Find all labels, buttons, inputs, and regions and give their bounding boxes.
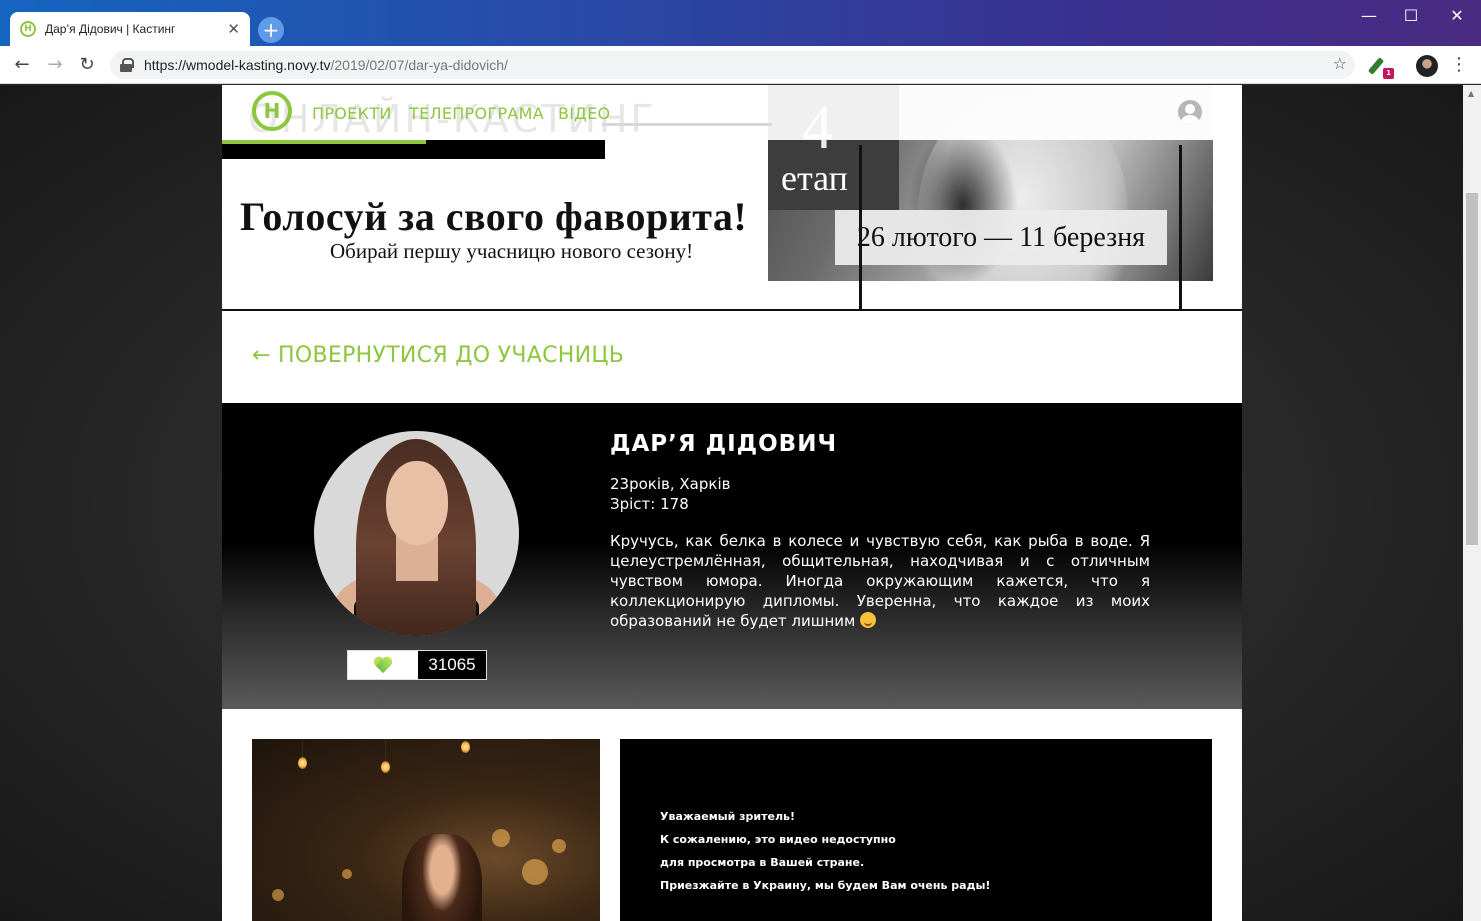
reload-icon[interactable]: ↻ [75, 53, 99, 77]
page-scrollbar[interactable]: ▲ [1463, 85, 1481, 921]
tab-title: Дар’я Дідович | Кастинг [45, 22, 176, 36]
vote-button[interactable] [348, 651, 418, 679]
bio-text: Кручусь, как белка в колесе и чувствую с… [610, 532, 1150, 630]
geo-block-line: для просмотра в Вашей стране. [660, 856, 865, 869]
minimize-button[interactable]: — [1346, 4, 1392, 28]
site-favicon-icon: Н [20, 21, 36, 37]
vote-widget: 31065 [347, 650, 487, 680]
profile-avatar[interactable] [1416, 55, 1438, 77]
site-header: ОНЛАЙН-КАСТИНГ Н ПРОЕКТИ ТЕЛЕПРОГРАМА ВІ… [222, 85, 1242, 141]
geo-block-line: К сожалению, это видео недоступно [660, 833, 896, 846]
close-window-button[interactable]: ✕ [1434, 4, 1480, 28]
browser-tab[interactable]: Н Дар’я Дідович | Кастинг ✕ [10, 12, 250, 46]
user-account-icon[interactable] [1178, 100, 1202, 124]
dates-box: 26 лютого — 11 березня [835, 210, 1167, 265]
divider [859, 145, 862, 309]
geo-block-line: Уважаемый зритель! [660, 810, 796, 823]
lock-icon [120, 58, 134, 72]
page-content: 4 етап 26 лютого — 11 березня ОНЛАЙН-КАС… [222, 85, 1242, 921]
participant-bio: Кручусь, как белка в колесе и чувствую с… [610, 531, 1150, 631]
video-player[interactable]: Уважаемый зритель! К сожалению, это виде… [620, 739, 1212, 921]
site-logo[interactable]: Н [252, 91, 292, 131]
participant-name: ДАР’Я ДІДОВИЧ [610, 431, 838, 457]
heart-icon [374, 657, 392, 673]
url-path: /2019/02/07/dar-ya-didovich/ [330, 57, 508, 73]
vote-count: 31065 [428, 655, 476, 674]
participant-profile: 31065 ДАР’Я ДІДОВИЧ 23років, Харків Зріс… [222, 403, 1242, 709]
forward-arrow-icon[interactable]: → [43, 53, 67, 77]
back-to-participants-link[interactable]: ← ПОВЕРНУТИСЯ ДО УЧАСНИЦЬ [252, 343, 624, 368]
nav-item-projects[interactable]: ПРОЕКТИ [312, 104, 392, 123]
address-bar[interactable]: https://wmodel-kasting.novy.tv/2019/02/0… [110, 51, 1355, 79]
participant-gallery-photo[interactable] [252, 739, 600, 921]
tab-close-icon[interactable]: ✕ [227, 20, 240, 38]
bookmark-star-icon[interactable]: ☆ [1333, 54, 1347, 73]
participant-photo [314, 431, 519, 636]
back-arrow-icon[interactable]: ← [10, 53, 34, 77]
nav-item-tv-program[interactable]: ТЕЛЕПРОГРАМА [409, 104, 544, 123]
participant-height: Зріст: 178 [610, 495, 689, 513]
divider [1179, 145, 1182, 309]
geo-block-message: Уважаемый зритель! К сожалению, это виде… [660, 805, 990, 897]
participant-age-city: 23років, Харків [610, 475, 731, 493]
browser-toolbar: ← → ↻ https://wmodel-kasting.novy.tv/201… [0, 46, 1481, 84]
banner-title: Голосуй за свого фаворита! [240, 194, 748, 239]
banner-subtitle: Обирай першу учасницю нового сезону! [330, 239, 694, 263]
page-viewport: 4 етап 26 лютого — 11 березня ОНЛАЙН-КАС… [0, 85, 1463, 921]
extension-badge: 1 [1383, 68, 1394, 79]
stage-label: етап [781, 158, 848, 198]
divider [222, 309, 1242, 311]
scrollbar-thumb[interactable] [1466, 193, 1478, 545]
url-host: https://wmodel-kasting.novy.tv [144, 57, 331, 73]
geo-block-line: Приезжайте в Украину, мы будем Вам очень… [660, 879, 991, 892]
new-tab-button[interactable]: + [258, 17, 284, 43]
menu-dots-icon[interactable]: ⋮ [1450, 54, 1468, 75]
nav-item-video[interactable]: ВІДЕО [558, 104, 610, 123]
smile-emoji-icon [860, 612, 877, 628]
extension-icon[interactable]: 1 [1367, 55, 1394, 79]
stage-dates: 26 лютого — 11 березня [856, 221, 1146, 253]
scroll-up-icon[interactable]: ▲ [1468, 89, 1474, 98]
maximize-button[interactable]: ☐ [1388, 4, 1434, 28]
browser-titlebar: Н Дар’я Дідович | Кастинг ✕ + — ☐ ✕ [0, 0, 1481, 46]
url-text: https://wmodel-kasting.novy.tv/2019/02/0… [144, 57, 508, 73]
